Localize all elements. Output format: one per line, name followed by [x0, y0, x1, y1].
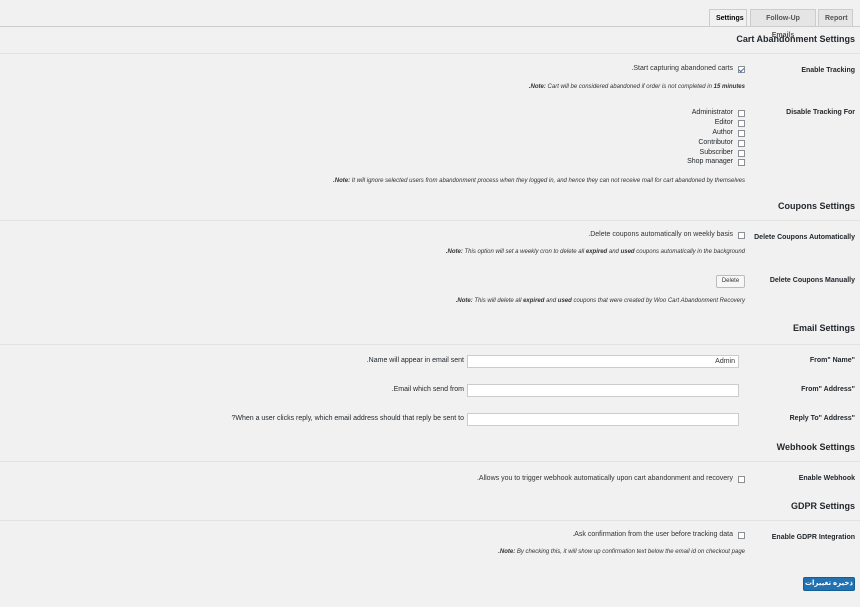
enable-gdpr-checkbox[interactable] — [738, 532, 745, 539]
section-divider — [0, 344, 860, 345]
tab-report[interactable]: Report — [818, 9, 853, 26]
section-divider — [0, 220, 860, 221]
enable-gdpr-label: Enable GDPR Integration — [771, 534, 855, 541]
role-label-administrator: Administrator — [691, 109, 733, 116]
delete-coupons-auto-desc: .Delete coupons automatically on weekly … — [588, 231, 733, 238]
role-label-contributor: Contributor — [698, 139, 733, 146]
email-section-title: Email Settings — [792, 323, 855, 333]
role-checkbox-editor[interactable] — [738, 120, 745, 127]
role-checkbox-contributor[interactable] — [738, 140, 745, 147]
from-name-label: From" Name" — [809, 357, 855, 364]
delete-coupons-manual-note: .Note: This will delete all expired and … — [455, 298, 745, 304]
role-label-editor: Editor — [714, 119, 733, 126]
enable-tracking-checkbox[interactable] — [738, 66, 745, 73]
tabs-divider — [0, 26, 860, 27]
tab-settings[interactable]: Settings — [709, 9, 747, 27]
enable-gdpr-desc: .Ask confirmation from the user before t… — [572, 531, 733, 538]
cart-section-title: Cart Abandonment Settings — [736, 34, 855, 44]
role-checkbox-administrator[interactable] — [738, 110, 745, 117]
delete-coupons-auto-checkbox[interactable] — [738, 232, 745, 239]
section-divider — [0, 461, 860, 462]
save-changes-button[interactable]: ذخیره تغییرات — [803, 577, 855, 591]
webhook-section-title: Webhook Settings — [776, 442, 855, 452]
role-checkbox-subscriber[interactable] — [738, 150, 745, 157]
reply-to-label: Reply To" Address" — [789, 415, 855, 422]
section-divider — [0, 520, 860, 521]
from-address-label: From" Address" — [801, 386, 855, 393]
reply-to-desc: ?When a user clicks reply, which email a… — [231, 415, 464, 422]
enable-tracking-desc: .Start capturing abandoned carts — [631, 65, 733, 72]
delete-coupons-auto-label: Delete Coupons Automatically — [754, 234, 855, 241]
role-label-author: Author — [712, 129, 733, 136]
enable-gdpr-note: .Note: By checking this, it will show up… — [498, 549, 745, 555]
from-address-input[interactable] — [467, 384, 739, 397]
enable-webhook-checkbox[interactable] — [738, 476, 745, 483]
role-checkbox-author[interactable] — [738, 130, 745, 137]
enable-tracking-label: Enable Tracking — [801, 67, 855, 74]
delete-coupons-auto-note: .Note: This option will set a weekly cro… — [445, 249, 745, 255]
enable-webhook-desc: .Allows you to trigger webhook automatic… — [476, 475, 733, 482]
delete-coupons-manual-label: Delete Coupons Manually — [769, 277, 855, 284]
gdpr-section-title: GDPR Settings — [790, 501, 855, 511]
section-divider — [0, 53, 860, 54]
tab-follow-up-emails[interactable]: Follow-Up Emails — [750, 9, 816, 39]
disable-tracking-label: Disable Tracking For — [786, 109, 855, 116]
role-label-shop-manager: Shop manager — [687, 158, 733, 165]
role-label-subscriber: Subscriber — [699, 149, 733, 156]
enable-webhook-label: Enable Webhook — [798, 475, 855, 482]
disable-tracking-note: .Note: It will ignore selected users fro… — [333, 178, 745, 184]
coupons-section-title: Coupons Settings — [778, 201, 855, 211]
from-address-desc: .Email which send from — [391, 386, 464, 393]
from-name-desc: .Name will appear in email sent — [366, 357, 464, 364]
reply-to-input[interactable] — [467, 413, 739, 426]
from-name-input[interactable]: Admin — [467, 355, 739, 368]
delete-coupons-button[interactable]: Delete — [716, 275, 745, 288]
role-checkbox-shop-manager[interactable] — [738, 159, 745, 166]
enable-tracking-note: .Note: Cart will be considered abandoned… — [528, 84, 745, 90]
